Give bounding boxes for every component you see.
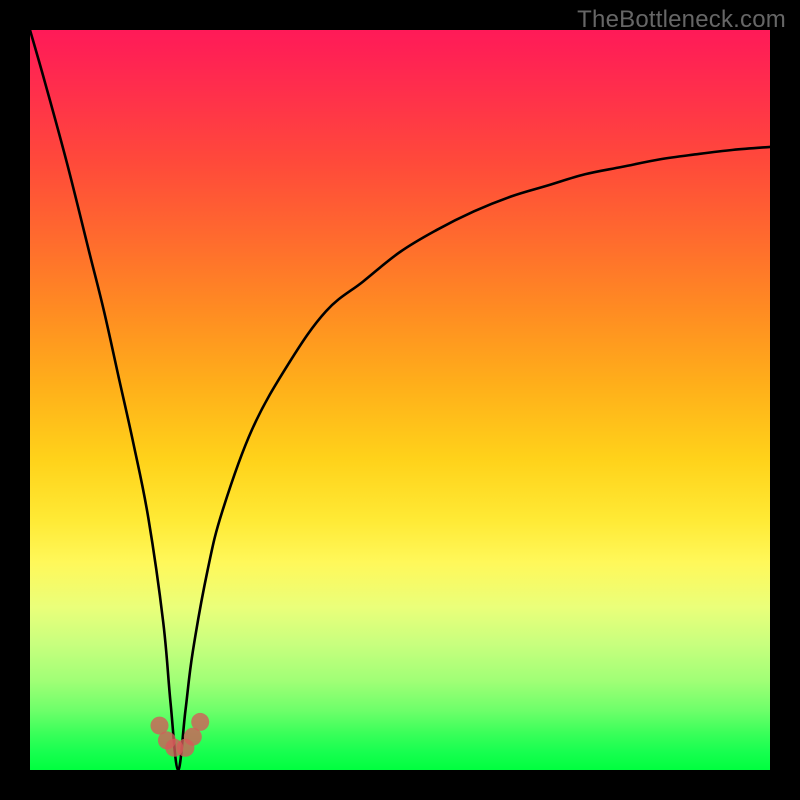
bottleneck-curve-path — [30, 30, 770, 770]
plot-area — [30, 30, 770, 770]
chart-outer-frame: TheBottleneck.com — [0, 0, 800, 800]
chart-svg — [30, 30, 770, 770]
valley-markers — [151, 713, 210, 757]
valley-dot — [191, 713, 209, 731]
watermark-text: TheBottleneck.com — [577, 6, 786, 34]
